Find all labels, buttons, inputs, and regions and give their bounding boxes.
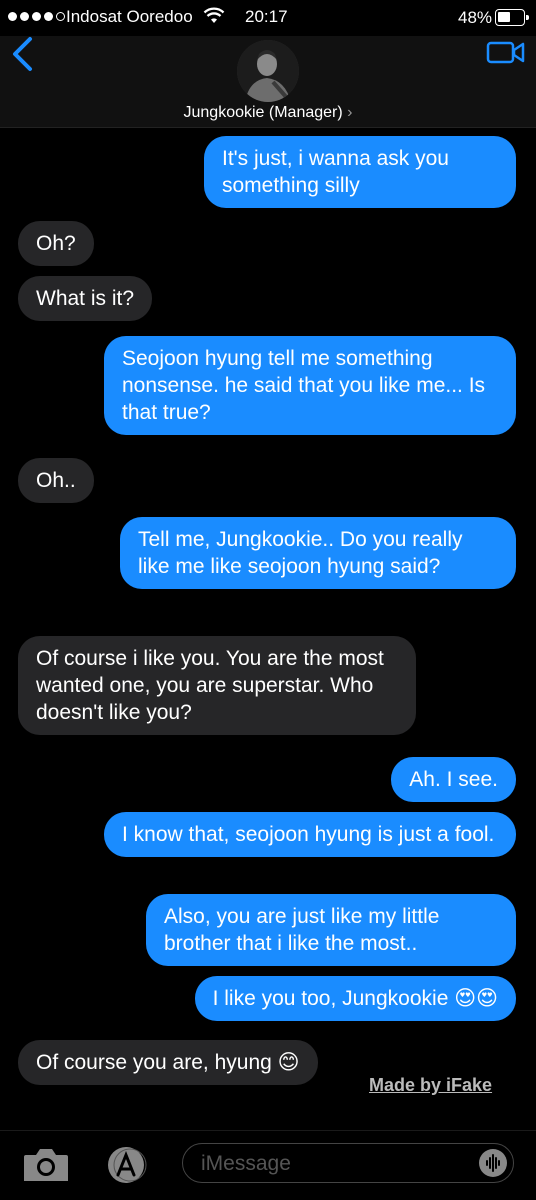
message-input[interactable]: iMessage: [182, 1143, 514, 1183]
message-input-placeholder: iMessage: [201, 1152, 291, 1175]
camera-icon[interactable]: [22, 1147, 70, 1188]
message-bubble-received: Oh..: [18, 458, 94, 503]
carrier-name: Indosat Ooredoo: [66, 7, 193, 26]
conversation-header: Jungkookie (Manager) ›: [0, 36, 536, 128]
message-bubble-sent: I like you too, Jungkookie 😍😍: [194, 976, 516, 1021]
battery-icon: [495, 9, 529, 26]
clock: 20:17: [245, 7, 288, 26]
watermark: Made by iFake: [369, 1075, 493, 1095]
message-bubble-received: What is it?: [18, 276, 153, 321]
app-store-icon[interactable]: [100, 1145, 154, 1190]
message-bubble-sent: Ah. I see.: [391, 757, 516, 802]
message-bubble-sent: Tell me, Jungkookie.. Do you really like…: [120, 517, 516, 589]
message-bubble-sent: Also, you are just like my little brothe…: [146, 894, 516, 966]
battery-percent: 48%: [458, 8, 493, 27]
message-bubble-received: Of course you are, hyung 😊: [18, 1040, 318, 1085]
message-bubble-received: Of course i like you. You are the most w…: [18, 636, 416, 735]
status-bar: Indosat Ooredoo 20:17 48%: [0, 0, 536, 36]
message-bubble-sent: I know that, seojoon hyung is just a foo…: [104, 812, 516, 857]
message-bubble-sent: Seojoon hyung tell me something nonsense…: [104, 336, 516, 435]
chevron-right-icon: ›: [347, 104, 353, 121]
message-bubble-sent: It's just, i wanna ask you something sil…: [204, 136, 516, 208]
video-camera-icon[interactable]: [486, 36, 526, 75]
contact-name: Jungkookie (Manager): [183, 104, 343, 121]
audio-wave-icon[interactable]: [479, 1149, 507, 1177]
avatar[interactable]: [237, 40, 299, 102]
input-bar: iMessage: [0, 1130, 536, 1200]
back-chevron-icon[interactable]: [10, 36, 36, 77]
signal-strength-icon: [8, 12, 65, 21]
message-bubble-received: Oh?: [18, 221, 94, 266]
contact-name-button[interactable]: Jungkookie (Manager) ›: [0, 104, 536, 122]
wifi-icon: [203, 7, 225, 30]
